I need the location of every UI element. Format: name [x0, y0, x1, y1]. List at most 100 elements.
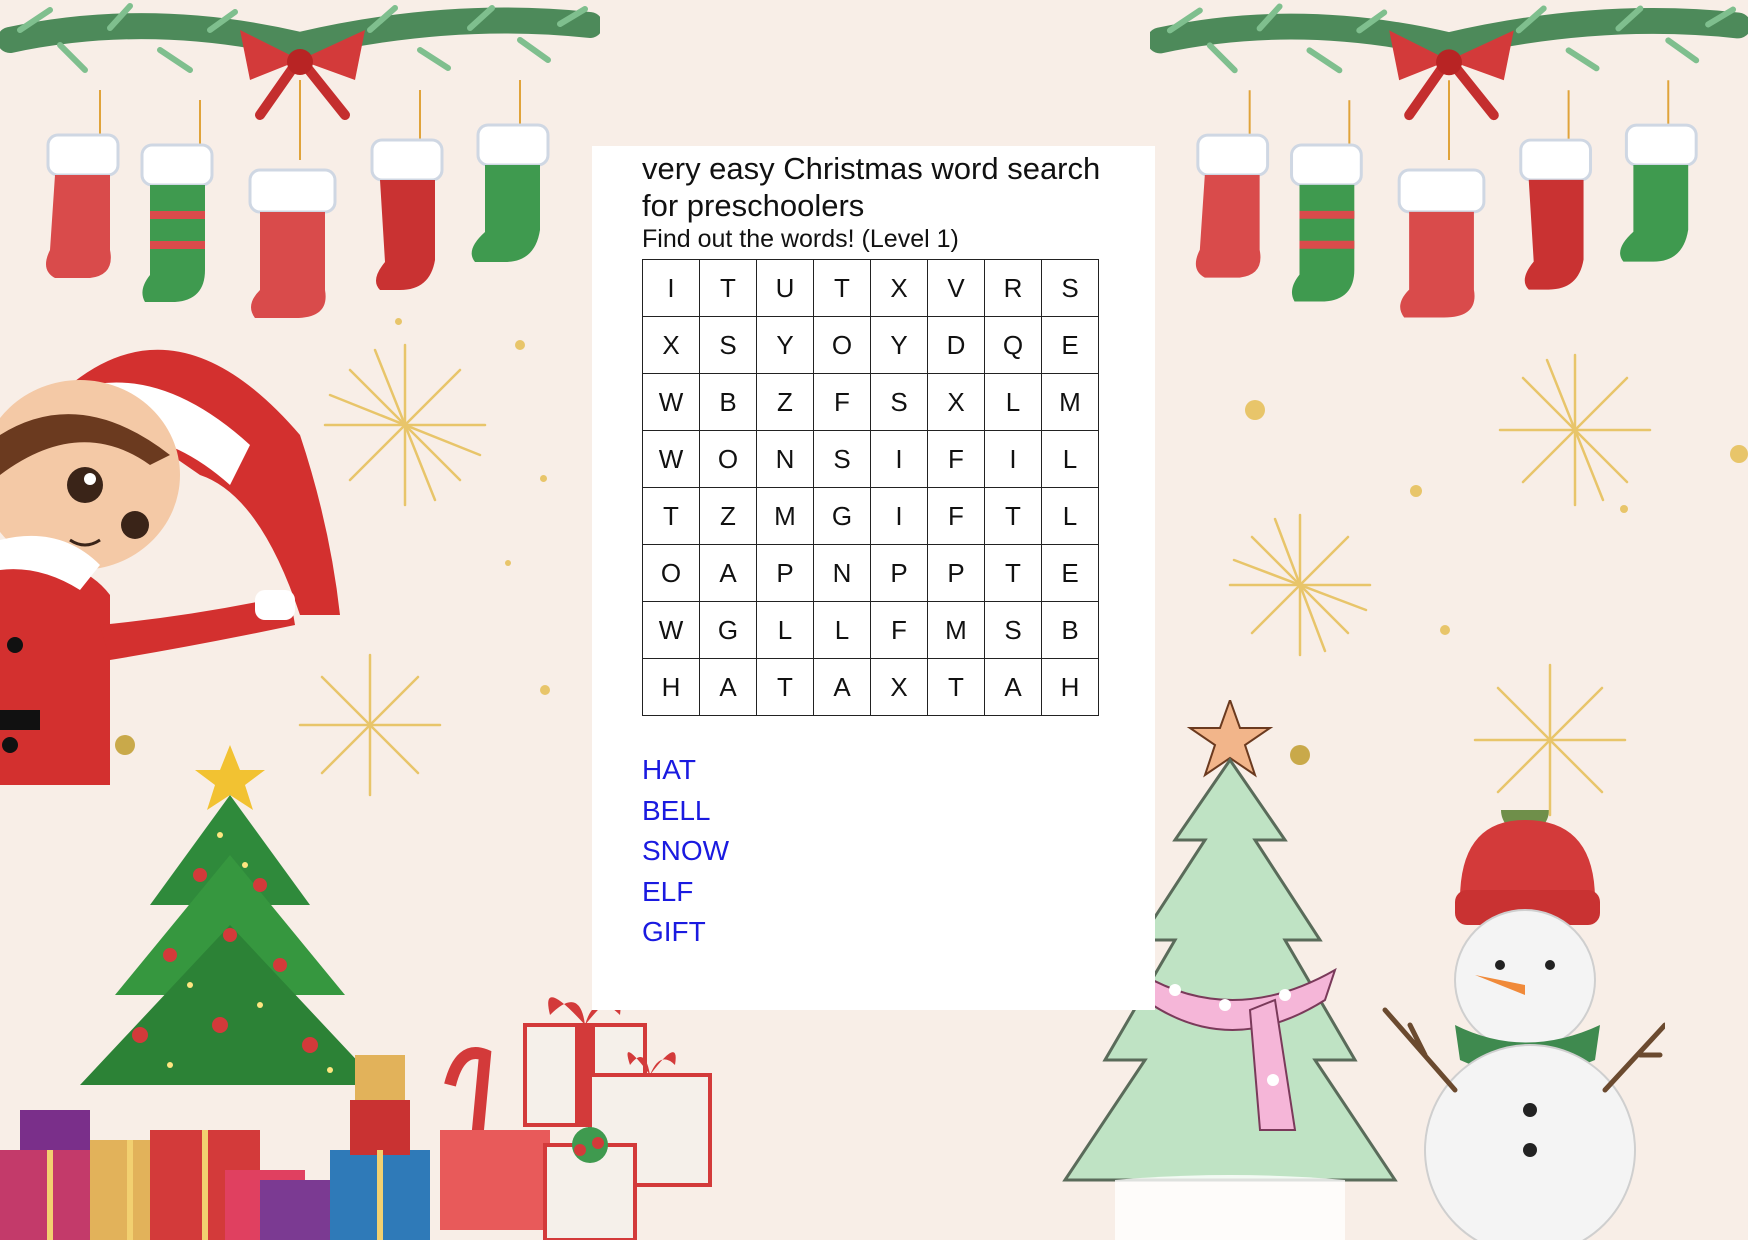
- grid-cell: I: [870, 430, 928, 488]
- stocking-icon: [1397, 168, 1486, 318]
- gold-dot: [540, 685, 550, 695]
- grid-cell: S: [984, 601, 1042, 659]
- grid-cell: T: [984, 487, 1042, 545]
- gold-dot: [1245, 400, 1265, 420]
- grid-row: XSYOYDQE: [642, 316, 1099, 374]
- gold-dot: [1440, 625, 1450, 635]
- grid-cell: F: [813, 373, 871, 431]
- grid-cell: T: [813, 259, 871, 317]
- grid-cell: L: [1041, 487, 1099, 545]
- grid-cell: X: [870, 259, 928, 317]
- snowman-illustration: [1382, 810, 1665, 1240]
- word-list: HAT BELL SNOW ELF GIFT: [642, 750, 729, 953]
- grid-cell: E: [1041, 316, 1099, 374]
- gold-dot: [1730, 445, 1748, 463]
- grid-cell: T: [756, 658, 814, 716]
- garland-stockings-left: [0, 3, 600, 318]
- word-list-item: SNOW: [642, 835, 730, 866]
- grid-cell: G: [699, 601, 757, 659]
- word-list-item: HAT: [642, 754, 696, 785]
- word-list-item: BELL: [642, 794, 711, 826]
- grid-cell: P: [870, 544, 928, 602]
- grid-row: ITUTXVRS: [642, 259, 1099, 317]
- stocking-icon: [1620, 123, 1698, 262]
- stocking-icon: [471, 123, 550, 262]
- stocking-icon: [1195, 133, 1270, 278]
- stocking-icon: [1519, 138, 1593, 290]
- grid-cell: L: [1041, 430, 1099, 488]
- worksheet-title: very easy Christmas word search for pres…: [642, 151, 1101, 223]
- grid-cell: F: [927, 487, 985, 545]
- grid-cell: A: [984, 658, 1042, 716]
- grid-cell: E: [1041, 544, 1099, 602]
- stocking-icon: [248, 168, 337, 318]
- grid-row: WGLLFMSB: [642, 601, 1099, 659]
- grid-cell: A: [813, 658, 871, 716]
- word-list-item: ELF: [642, 875, 694, 907]
- grid-cell: A: [699, 658, 757, 716]
- grid-cell: S: [813, 430, 871, 488]
- grid-cell: H: [1041, 658, 1099, 716]
- grid-row: WBZFSXLM: [642, 373, 1099, 431]
- grid-cell: X: [642, 316, 700, 374]
- grid-cell: Y: [870, 316, 928, 374]
- gold-sparkle-icon: [1228, 513, 1372, 657]
- worksheet-subtitle: Find out the words! (Level 1): [642, 225, 959, 253]
- grid-cell: Z: [756, 373, 814, 431]
- grid-cell: O: [699, 430, 757, 488]
- grid-row: HATAXTAH: [642, 658, 1099, 716]
- grid-cell: I: [642, 259, 700, 317]
- grid-cell: S: [1041, 259, 1099, 317]
- grid-cell: D: [927, 316, 985, 374]
- gift-boxes-left: [0, 1055, 430, 1240]
- grid-cell: A: [699, 544, 757, 602]
- grid-cell: G: [813, 487, 871, 545]
- grid-cell: N: [813, 544, 871, 602]
- grid-cell: W: [642, 373, 700, 431]
- stocking-icon: [46, 133, 120, 278]
- grid-cell: S: [870, 373, 928, 431]
- stocking-icon: [1290, 143, 1363, 302]
- grid-cell: T: [699, 259, 757, 317]
- grid-cell: H: [642, 658, 700, 716]
- grid-cell: V: [927, 259, 985, 317]
- grid-cell: X: [927, 373, 985, 431]
- grid-cell: Q: [984, 316, 1042, 374]
- worksheet-panel: very easy Christmas word search for pres…: [592, 146, 1155, 1010]
- grid-cell: I: [984, 430, 1042, 488]
- grid-cell: M: [756, 487, 814, 545]
- grid-cell: W: [642, 601, 700, 659]
- grid-cell: I: [870, 487, 928, 545]
- grid-cell: X: [870, 658, 928, 716]
- grid-cell: L: [756, 601, 814, 659]
- stocking-icon: [140, 143, 214, 302]
- grid-cell: Y: [756, 316, 814, 374]
- gold-sparkle-icon: [323, 343, 487, 507]
- gold-dot: [1410, 485, 1422, 497]
- gold-sparkle-icon: [1473, 663, 1627, 817]
- gold-sparkle-icon: [298, 653, 442, 797]
- grid-cell: F: [927, 430, 985, 488]
- grid-row: WONSIFIL: [642, 430, 1099, 488]
- grid-row: TZMGIFTL: [642, 487, 1099, 545]
- grid-cell: W: [642, 430, 700, 488]
- grid-cell: P: [927, 544, 985, 602]
- gold-dot: [540, 475, 547, 482]
- gold-dot: [115, 735, 135, 755]
- grid-cell: L: [984, 373, 1042, 431]
- grid-cell: B: [1041, 601, 1099, 659]
- grid-cell: Z: [699, 487, 757, 545]
- word-list-item: GIFT: [642, 916, 706, 947]
- gold-dot: [515, 340, 525, 350]
- garland-stockings-right: [1150, 3, 1748, 318]
- grid-cell: S: [699, 316, 757, 374]
- grid-cell: N: [756, 430, 814, 488]
- grid-cell: L: [813, 601, 871, 659]
- grid-cell: M: [927, 601, 985, 659]
- grid-cell: R: [984, 259, 1042, 317]
- grid-row: OAPNPPTE: [642, 544, 1099, 602]
- grid-cell: O: [642, 544, 700, 602]
- grid-cell: M: [1041, 373, 1099, 431]
- gold-dot: [505, 560, 511, 566]
- grid-cell: F: [870, 601, 928, 659]
